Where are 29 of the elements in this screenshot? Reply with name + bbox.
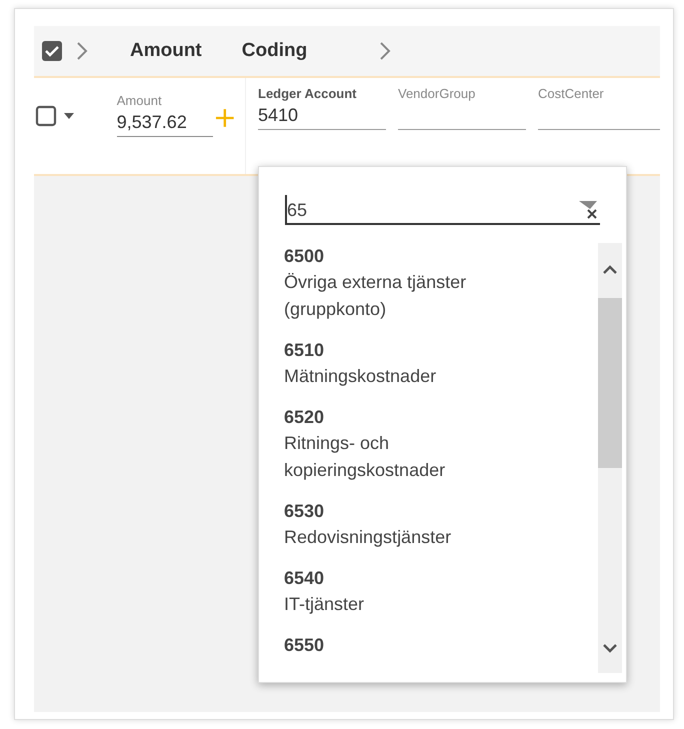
- account-code[interactable]: 6550: [284, 632, 598, 658]
- field-label: CostCenter: [538, 86, 605, 101]
- scrollbar-thumb[interactable]: [598, 298, 622, 468]
- chevron-right-icon[interactable]: [379, 41, 392, 61]
- account-code[interactable]: 6520: [284, 404, 598, 430]
- account-code[interactable]: 6530: [284, 498, 598, 524]
- column-header: Amount: [130, 40, 202, 62]
- account-name[interactable]: Redovisningstjänster: [284, 524, 514, 551]
- search-field[interactable]: 65: [287, 200, 308, 221]
- ledger-account-field[interactable]: 5410: [258, 101, 386, 130]
- scroll-up-icon[interactable]: [602, 265, 618, 275]
- account-code[interactable]: 6500: [284, 243, 598, 269]
- field-label: Amount: [116, 93, 163, 108]
- scroll-down-icon[interactable]: [602, 643, 618, 653]
- account-name[interactable]: Mätningskostnader: [284, 363, 514, 390]
- chevron-right-icon[interactable]: [76, 41, 88, 61]
- field-label: Ledger Account: [258, 86, 358, 101]
- row-checkbox[interactable]: [34, 104, 58, 128]
- column-header: Coding: [242, 40, 308, 62]
- select-all-checkbox[interactable]: [40, 39, 64, 63]
- account-name[interactable]: Ritnings- och kopieringskostnader: [284, 430, 514, 484]
- clear-filter-icon[interactable]: [578, 199, 600, 221]
- account-code[interactable]: 6510: [284, 337, 598, 363]
- field-label: VendorGroup: [398, 86, 476, 101]
- amount-field[interactable]: 9,537.62: [116, 108, 214, 137]
- account-code[interactable]: 6540: [284, 565, 598, 591]
- account-name[interactable]: IT-tjänster: [284, 591, 514, 618]
- caret-down-icon[interactable]: [62, 111, 76, 121]
- account-name[interactable]: Övriga externa tjänster (gruppkonto): [284, 269, 514, 323]
